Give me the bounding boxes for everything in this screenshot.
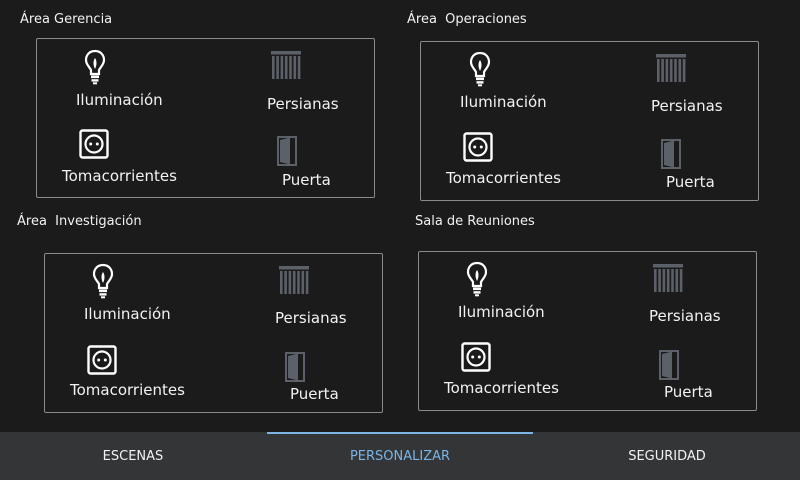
door-icon	[284, 352, 306, 382]
outlets-control[interactable]: Tomacorrientes	[37, 119, 207, 198]
blinds-label: Persianas	[649, 307, 721, 325]
area-panel-operaciones: Iluminación Persianas Tomacorrientes Pue…	[420, 41, 759, 201]
outlets-control[interactable]: Tomacorrientes	[45, 334, 215, 413]
outlets-control[interactable]: Tomacorrientes	[421, 122, 591, 201]
area-title-gerencia: Área Gerencia	[20, 12, 113, 27]
outlets-label: Tomacorrientes	[70, 381, 185, 399]
area-panel-investigacion: Iluminación Persianas Tomacorrientes Pue…	[44, 253, 383, 413]
tab-escenas[interactable]: ESCENAS	[0, 432, 266, 480]
blinds-control[interactable]: Persianas	[589, 252, 757, 332]
power-outlet-icon	[87, 345, 117, 375]
power-outlet-icon	[461, 342, 491, 372]
outlets-control[interactable]: Tomacorrientes	[419, 332, 589, 411]
outlets-label: Tomacorrientes	[444, 379, 559, 397]
lighting-control[interactable]: Iluminación	[421, 42, 591, 122]
power-outlet-icon	[463, 132, 493, 162]
lighting-label: Iluminación	[458, 303, 545, 321]
outlets-label: Tomacorrientes	[446, 169, 561, 187]
lighting-label: Iluminación	[460, 93, 547, 111]
area-title-operaciones: Área Operaciones	[407, 12, 527, 27]
blinds-label: Persianas	[267, 95, 339, 113]
door-icon	[658, 350, 680, 380]
lighting-label: Iluminación	[84, 305, 171, 323]
blinds-icon	[652, 263, 684, 295]
lightbulb-icon	[91, 263, 115, 299]
area-title-investigacion: Área Investigación	[17, 214, 142, 229]
door-control[interactable]: Puerta	[591, 122, 759, 201]
blinds-control[interactable]: Persianas	[207, 39, 375, 119]
door-control[interactable]: Puerta	[207, 119, 375, 198]
door-icon	[276, 136, 298, 166]
door-icon	[660, 139, 682, 169]
blinds-icon	[278, 265, 310, 297]
area-panel-gerencia: Iluminación Persianas Tomacorrientes Pue…	[36, 38, 375, 198]
door-label: Puerta	[282, 171, 331, 189]
power-outlet-icon	[79, 129, 109, 159]
blinds-icon	[655, 53, 687, 85]
door-control[interactable]: Puerta	[215, 334, 383, 413]
bottom-tab-bar: ESCENAS PERSONALIZAR SEGURIDAD	[0, 432, 800, 480]
blinds-icon	[270, 50, 302, 82]
outlets-label: Tomacorrientes	[62, 167, 177, 185]
lighting-control[interactable]: Iluminación	[419, 252, 589, 332]
blinds-control[interactable]: Persianas	[591, 42, 759, 122]
blinds-label: Persianas	[651, 97, 723, 115]
blinds-control[interactable]: Persianas	[215, 254, 383, 334]
door-label: Puerta	[664, 383, 713, 401]
tab-personalizar[interactable]: PERSONALIZAR	[267, 432, 533, 480]
lighting-control[interactable]: Iluminación	[45, 254, 215, 334]
tab-seguridad[interactable]: SEGURIDAD	[534, 432, 800, 480]
door-control[interactable]: Puerta	[589, 332, 757, 411]
lightbulb-icon	[83, 49, 107, 85]
area-panel-sala-reuniones: Iluminación Persianas Tomacorrientes Pue…	[418, 251, 757, 411]
door-label: Puerta	[290, 385, 339, 403]
lighting-control[interactable]: Iluminación	[37, 39, 207, 119]
lightbulb-icon	[468, 51, 492, 87]
door-label: Puerta	[666, 173, 715, 191]
area-title-sala-reuniones: Sala de Reuniones	[415, 214, 535, 229]
lighting-label: Iluminación	[76, 91, 163, 109]
blinds-label: Persianas	[275, 309, 347, 327]
lightbulb-icon	[465, 261, 489, 297]
